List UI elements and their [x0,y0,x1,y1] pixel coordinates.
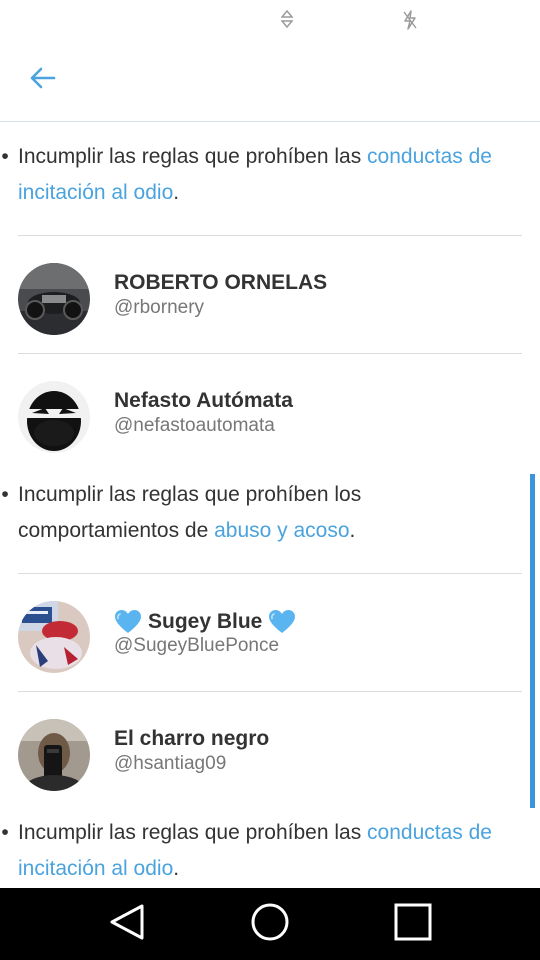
divider [18,353,522,354]
user-row[interactable]: ROBERTO ORNELAS @rbornery [18,263,522,335]
back-triangle-icon [109,903,145,946]
recents-square-icon [394,903,432,946]
bullet: • [1,145,9,168]
avatar [18,263,90,335]
divider [18,691,522,692]
user-row[interactable]: El charro negro @hsantiag09 [18,719,522,791]
bullet: • [1,483,9,506]
user-handle: @rbornery [114,297,205,318]
rule-text: Incumplir las reglas que prohíben las [18,145,368,168]
no-charge-icon [402,10,418,35]
avatar [18,719,90,791]
rule-suffix: . [173,181,180,204]
nav-back-button[interactable] [102,902,152,946]
app-bar [0,40,540,122]
user-name: El charro negro [114,727,270,750]
rule-suffix: . [173,857,180,880]
blue-heart-icon [114,609,142,635]
user-handle: @SugeyBluePonce [114,635,280,656]
nav-recents-button[interactable] [388,902,438,946]
user-name: Sugey Blue [114,609,296,635]
user-name: ROBERTO ORNELAS [114,271,328,294]
rule-item: • Incumplir las reglas que prohíben las … [1,139,518,211]
rule-item: • Incumplir las reglas que prohíben las … [1,815,518,887]
user-handle: @nefastoautomata [114,415,275,436]
report-content: • Incumplir las reglas que prohíben las … [0,122,540,888]
status-bar [0,0,540,40]
nav-home-button[interactable] [245,902,295,946]
user-name: Nefasto Autómata [114,389,293,412]
arrow-left-icon [28,66,56,95]
rule-item: • Incumplir las reglas que prohíben los … [1,477,518,549]
user-row[interactable]: Sugey Blue @SugeyBluePonce [18,601,522,673]
divider [18,573,522,574]
bullet: • [1,821,9,844]
rule-text: Incumplir las reglas que prohíben las [18,821,368,844]
divider [18,235,522,236]
avatar [18,381,90,453]
rule-suffix: . [349,519,356,542]
scrollbar[interactable] [530,474,535,808]
avatar [18,601,90,673]
rule-link[interactable]: abuso y acoso [214,519,349,542]
data-arrows-icon [280,9,294,33]
blue-heart-icon [268,609,296,635]
back-button[interactable] [24,64,60,96]
user-row[interactable]: Nefasto Autómata @nefastoautomata [18,381,522,453]
user-name-text: Sugey Blue [148,610,263,633]
home-circle-icon [250,902,290,947]
user-handle: @hsantiag09 [114,753,227,774]
navigation-bar [0,888,540,960]
